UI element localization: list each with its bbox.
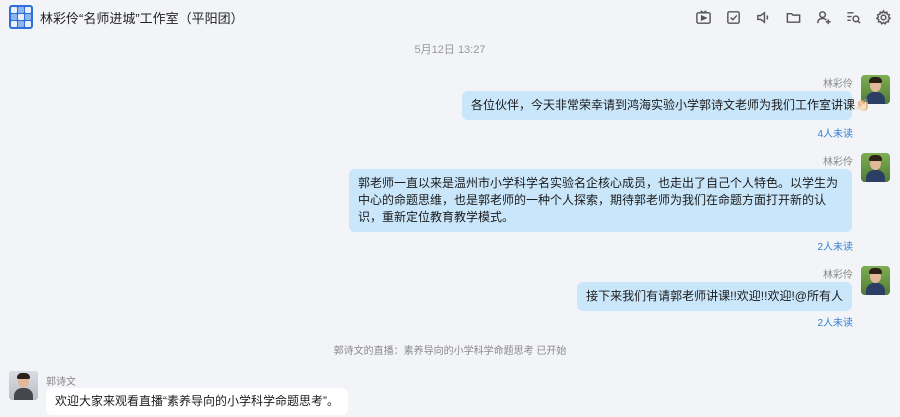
notice-prefix: 郭诗文的直播：	[333, 346, 404, 357]
unread-count-link[interactable]: 2人未读	[817, 314, 853, 329]
speaker-icon[interactable]	[753, 7, 774, 27]
search-chat-icon[interactable]	[843, 7, 864, 27]
folder-icon[interactable]	[783, 7, 804, 27]
notice-status: 已开始	[536, 346, 567, 357]
sender-name: 林彩伶	[823, 157, 853, 168]
chat-header: 林彩伶“名师进城”工作室（平阳团）	[0, 0, 900, 34]
message-bubble[interactable]: 郭老师一直以来是温州市小学科学名实验名企核心成员，也走出了自己个人特色。以学生为…	[349, 169, 852, 232]
sender-avatar[interactable]	[861, 266, 890, 295]
video-icon[interactable]	[693, 7, 714, 27]
group-avatar[interactable]	[9, 5, 33, 29]
unread-count-link[interactable]: 2人未读	[817, 238, 853, 253]
sender-name: 郭诗文	[46, 377, 76, 388]
unread-count-link[interactable]: 4人未读	[817, 125, 853, 140]
message-bubble[interactable]: 各位伙伴，今天非常荣幸请到鸿海实验小学郭诗文老师为我们工作室讲课👏🏻	[462, 91, 870, 120]
sender-name: 林彩伶	[823, 79, 853, 90]
live-stream-notice: 郭诗文的直播：素养导向的小学科学命题思考 已开始	[0, 342, 900, 357]
group-title[interactable]: 林彩伶“名师进城”工作室（平阳团）	[40, 8, 244, 27]
chat-timestamp: 5月12日 13:27	[414, 44, 486, 56]
header-toolbar	[693, 7, 894, 27]
message-bubble[interactable]: 接下来我们有请郭老师讲课!!欢迎!!欢迎!@所有人	[577, 282, 852, 311]
message-bubble[interactable]: 欢迎大家来观看直播“素养导向的小学科学命题思考”。	[46, 388, 348, 415]
live-stream-topic-link[interactable]: 素养导向的小学科学命题思考	[404, 346, 534, 357]
sender-name: 林彩伶	[823, 270, 853, 281]
add-member-icon[interactable]	[813, 7, 834, 27]
sender-avatar[interactable]	[9, 371, 38, 400]
sender-avatar[interactable]	[861, 153, 890, 182]
task-check-icon[interactable]	[723, 7, 744, 27]
settings-gear-icon[interactable]	[873, 7, 894, 27]
